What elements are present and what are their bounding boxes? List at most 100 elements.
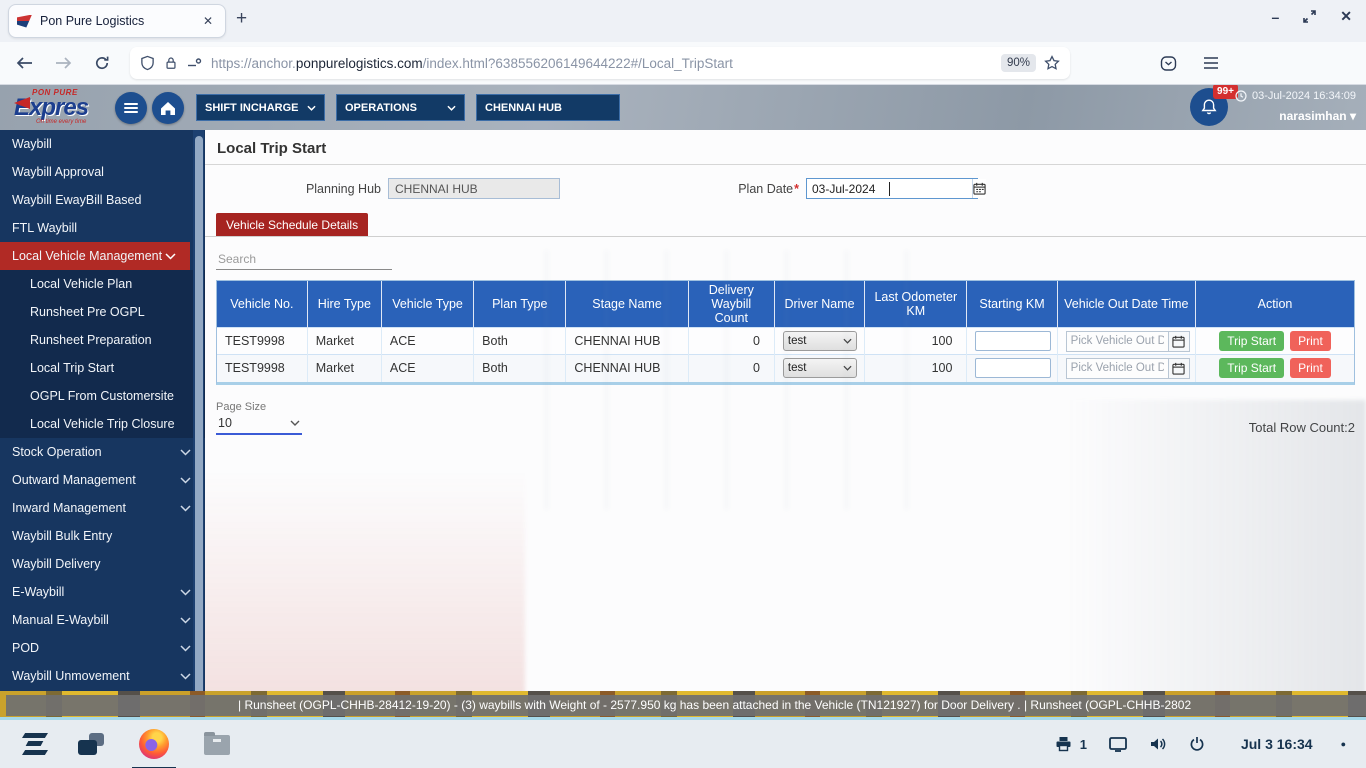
- cell-vehicle-no: TEST9998: [217, 328, 307, 355]
- plan-date-field[interactable]: [806, 178, 978, 199]
- sidebar-item-manual-e-waybill[interactable]: Manual E-Waybill: [0, 606, 205, 634]
- column-header-vehicle-no[interactable]: Vehicle No.: [217, 281, 307, 328]
- close-button[interactable]: ✕: [1340, 8, 1352, 25]
- browser-tab[interactable]: Pon Pure Logistics ✕: [8, 4, 226, 38]
- tracking-shield-icon[interactable]: [140, 55, 155, 71]
- new-tab-button[interactable]: +: [236, 8, 247, 30]
- sidebar-item-local-trip-start[interactable]: Local Trip Start: [0, 354, 205, 382]
- power-icon[interactable]: [1189, 736, 1205, 752]
- page-size-select[interactable]: 10: [216, 413, 302, 435]
- menu-toggle-button[interactable]: [115, 92, 147, 124]
- permissions-icon[interactable]: [187, 56, 202, 70]
- driver-select[interactable]: test: [783, 331, 857, 351]
- minimize-button[interactable]: –: [1271, 9, 1279, 25]
- starting-km-input[interactable]: [975, 358, 1051, 378]
- reload-button[interactable]: [94, 55, 110, 71]
- cell-hire-type: Market: [307, 328, 381, 355]
- column-header-hire-type[interactable]: Hire Type: [307, 281, 381, 328]
- sidebar-item-ogpl-from-customersite[interactable]: OGPL From Customersite: [0, 382, 205, 410]
- zorin-menu-button[interactable]: [22, 733, 48, 755]
- display-icon[interactable]: [1109, 737, 1127, 752]
- clock-icon: [1235, 90, 1247, 102]
- sidebar-item-outward-management[interactable]: Outward Management: [0, 466, 205, 494]
- column-header-vehicle-type[interactable]: Vehicle Type: [381, 281, 473, 328]
- cell-hire-type: Market: [307, 355, 381, 382]
- print-button[interactable]: Print: [1290, 331, 1331, 351]
- driver-select[interactable]: test: [783, 358, 857, 378]
- cell-vehicle-no: TEST9998: [217, 355, 307, 382]
- sidebar-item-waybill-ewaybill-based[interactable]: Waybill EwayBill Based: [0, 186, 205, 214]
- restore-button[interactable]: [1303, 10, 1316, 23]
- sidebar-item-runsheet-pre-ogpl[interactable]: Runsheet Pre OGPL: [0, 298, 205, 326]
- user-menu[interactable]: narasimhan ▾: [1279, 109, 1356, 123]
- sidebar-item-runsheet-preparation[interactable]: Runsheet Preparation: [0, 326, 205, 354]
- print-button[interactable]: Print: [1290, 358, 1331, 378]
- bookmark-star-button[interactable]: [1044, 55, 1060, 71]
- lock-icon[interactable]: [164, 55, 178, 71]
- sidebar-scrollbar[interactable]: [195, 136, 203, 716]
- home-button[interactable]: [152, 92, 184, 124]
- sidebar-item-local-vehicle-trip-closure[interactable]: Local Vehicle Trip Closure: [0, 410, 205, 438]
- printer-tray-icon[interactable]: [1055, 736, 1072, 752]
- trip-start-button[interactable]: Trip Start: [1219, 358, 1284, 378]
- sidebar-item-waybill-approval[interactable]: Waybill Approval: [0, 158, 205, 186]
- browser-tab-bar: Pon Pure Logistics ✕ + – ✕: [0, 0, 1366, 42]
- pocket-button[interactable]: [1160, 55, 1177, 72]
- sidebar-item-waybill-delivery[interactable]: Waybill Delivery: [0, 550, 205, 578]
- column-header-stage-name[interactable]: Stage Name: [566, 281, 688, 328]
- volume-icon[interactable]: [1149, 736, 1167, 752]
- vehicle-out-field[interactable]: [1066, 358, 1190, 379]
- vehicle-out-input[interactable]: [1066, 331, 1168, 352]
- cell-vehicle-type: ACE: [381, 355, 473, 382]
- vehicle-out-calendar-button[interactable]: [1168, 331, 1190, 352]
- department-select[interactable]: OPERATIONS: [336, 94, 465, 121]
- cell-last-odometer-km: 100: [865, 328, 967, 355]
- trip-start-button[interactable]: Trip Start: [1219, 331, 1284, 351]
- column-header-action[interactable]: Action: [1196, 281, 1354, 328]
- column-header-starting-km[interactable]: Starting KM: [967, 281, 1057, 328]
- vehicle-out-input[interactable]: [1066, 358, 1168, 379]
- firefox-taskbar-button[interactable]: [134, 724, 174, 764]
- forward-button[interactable]: [55, 56, 72, 70]
- vehicle-out-calendar-button[interactable]: [1168, 358, 1190, 379]
- starting-km-input[interactable]: [975, 331, 1051, 351]
- firefox-icon: [139, 729, 169, 759]
- sidebar-item-waybill-bulk-entry[interactable]: Waybill Bulk Entry: [0, 522, 205, 550]
- vehicle-out-field[interactable]: [1066, 331, 1190, 352]
- column-header-driver-name[interactable]: Driver Name: [774, 281, 864, 328]
- sidebar-item-waybill-unmovement[interactable]: Waybill Unmovement: [0, 662, 205, 690]
- tab-title: Pon Pure Logistics: [40, 14, 199, 28]
- app-logo[interactable]: PON PURE Expres On time every time: [14, 88, 114, 125]
- plan-date-calendar-button[interactable]: [972, 179, 986, 198]
- sidebar-item-local-vehicle-plan[interactable]: Local Vehicle Plan: [0, 270, 205, 298]
- hub-input[interactable]: CHENNAI HUB: [476, 94, 620, 121]
- url-text[interactable]: https://anchor.ponpurelogistics.com/inde…: [211, 56, 993, 71]
- workspaces-button[interactable]: [78, 733, 104, 755]
- url-bar[interactable]: https://anchor.ponpurelogistics.com/inde…: [130, 47, 1070, 79]
- files-taskbar-button[interactable]: [204, 735, 230, 755]
- notification-bell[interactable]: 99+: [1190, 88, 1228, 126]
- sidebar-item-local-vehicle-management[interactable]: Local Vehicle Management: [0, 242, 190, 270]
- background-watermark: [1066, 400, 1366, 720]
- app-menu-button[interactable]: [1203, 57, 1219, 69]
- sidebar-item-waybill[interactable]: Waybill: [0, 130, 205, 158]
- sidebar-item-stock-operation[interactable]: Stock Operation: [0, 438, 205, 466]
- role-select[interactable]: SHIFT INCHARGE: [196, 94, 325, 121]
- sidebar-item-ftl-waybill[interactable]: FTL Waybill: [0, 214, 205, 242]
- column-header-plan-type[interactable]: Plan Type: [474, 281, 566, 328]
- sidebar-item-e-waybill[interactable]: E-Waybill: [0, 578, 205, 606]
- column-header-delivery-waybill-count[interactable]: Delivery Waybill Count: [688, 281, 774, 328]
- back-button[interactable]: [16, 56, 33, 70]
- sidebar-item-inward-management[interactable]: Inward Management: [0, 494, 205, 522]
- tab-vehicle-schedule-details[interactable]: Vehicle Schedule Details: [216, 213, 368, 236]
- zoom-badge[interactable]: 90%: [1001, 54, 1036, 72]
- cell-delivery-waybill-count: 0: [688, 328, 774, 355]
- search-input[interactable]: [216, 249, 392, 270]
- taskbar-clock[interactable]: Jul 3 16:34: [1241, 736, 1313, 752]
- sidebar-item-pod[interactable]: POD: [0, 634, 205, 662]
- page-title: Local Trip Start: [217, 140, 1354, 157]
- column-header-vehicle-out-date-time[interactable]: Vehicle Out Date Time: [1057, 281, 1195, 328]
- tab-close-button[interactable]: ✕: [199, 12, 217, 30]
- column-header-last-odometer-km[interactable]: Last Odometer KM: [865, 281, 967, 328]
- chevron-down-icon: [447, 105, 456, 111]
